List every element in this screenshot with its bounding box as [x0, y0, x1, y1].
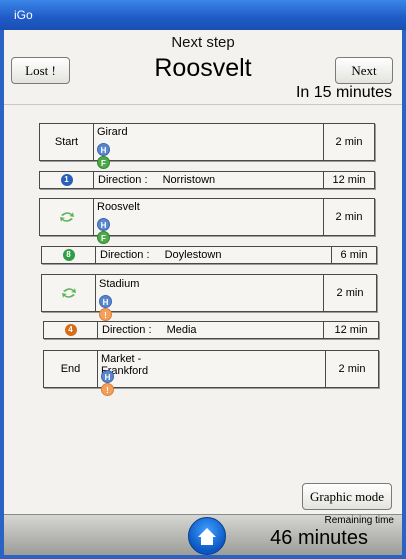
leg3-time: 12 min [323, 322, 378, 338]
route-start-row[interactable]: Start Girard HF 2 min [39, 123, 375, 169]
leg1-line-cell: 1 [40, 172, 94, 188]
direction-label: Direction : [98, 174, 148, 186]
transfer2-time: 2 min [323, 275, 376, 311]
leg1-direction-cell: Direction : Norristown [98, 174, 215, 188]
route-transfer-row[interactable]: Roosvelt HF 2 min [39, 198, 375, 244]
transfer2-station: Stadium [99, 278, 140, 290]
direction-label: Direction : [100, 249, 150, 261]
graphic-mode-button[interactable]: Graphic mode [302, 483, 392, 510]
direction-value: Norristown [162, 174, 216, 186]
accessible-icon: H [99, 295, 112, 308]
client-area: Next step Roosvelt In 15 minutes Lost ! … [4, 30, 402, 555]
footer-bar: Remaining time 46 minutes [4, 514, 402, 555]
remaining-time-label: Remaining time [324, 515, 394, 526]
title-bar: iGo [0, 0, 406, 30]
transfer1-line-badges: HF [97, 218, 112, 244]
route-leg-row[interactable]: 1 Direction : Norristown 12 min [39, 171, 375, 189]
leg2-line-cell: 8 [42, 247, 96, 263]
route-leg-row[interactable]: 8 Direction : Doylestown 6 min [41, 246, 377, 264]
next-step-label: Next step [171, 34, 235, 51]
route-transfer-row[interactable]: Stadium H! 2 min [41, 274, 377, 321]
divider [4, 104, 402, 105]
leg1-time: 12 min [323, 172, 374, 188]
home-button[interactable] [188, 517, 226, 555]
transfer2-line-badges: H! [99, 295, 114, 321]
start-station: Girard [97, 126, 128, 138]
direction-value: Media [166, 324, 197, 336]
remaining-time-value: 46 minutes [270, 527, 368, 549]
transfer1-station: Roosvelt [97, 201, 140, 213]
warning-icon: ! [99, 308, 112, 321]
home-icon [198, 528, 216, 545]
start-line-badges: HF [97, 143, 112, 169]
direction-value: Doylestown [164, 249, 222, 261]
app-window: iGo Next step Roosvelt In 15 minutes Los… [0, 0, 406, 558]
route-end-row[interactable]: End Market - Frankford H! 2 min [43, 350, 379, 396]
lost-button[interactable]: Lost ! [11, 57, 70, 84]
accessible-icon: H [101, 370, 114, 383]
transfer2-icon-cell [42, 275, 96, 311]
leg2-time: 6 min [331, 247, 376, 263]
end-line-badges: H! [101, 370, 116, 396]
header: Next step Roosvelt In 15 minutes Lost ! … [4, 30, 402, 102]
accessible-icon: H [97, 218, 110, 231]
line-8-badge: 8 [62, 249, 75, 261]
leg2-direction-cell: Direction : Doylestown [100, 249, 221, 263]
eta-text: In 15 minutes [295, 84, 392, 101]
leg3-direction-cell: Direction : Media [102, 324, 197, 338]
next-button[interactable]: Next [335, 57, 393, 84]
line-f-icon: F [97, 156, 110, 169]
end-label: End [44, 351, 98, 387]
transfer-arrows-icon [59, 212, 74, 222]
transfer1-icon-cell [40, 199, 94, 235]
accessible-icon: H [97, 143, 110, 156]
route-leg-row[interactable]: 4 Direction : Media 12 min [43, 321, 379, 339]
direction-label: Direction : [102, 324, 152, 336]
window-title: iGo [14, 8, 33, 22]
start-time: 2 min [323, 124, 374, 160]
start-label: Start [40, 124, 94, 160]
line-f-icon: F [97, 231, 110, 244]
warning-icon: ! [101, 383, 114, 396]
leg3-line-cell: 4 [44, 322, 98, 338]
transfer1-time: 2 min [323, 199, 374, 235]
end-time: 2 min [325, 351, 378, 387]
transfer-arrows-icon [61, 288, 76, 298]
line-4-badge: 4 [64, 324, 77, 336]
line-1-badge: 1 [60, 174, 73, 186]
